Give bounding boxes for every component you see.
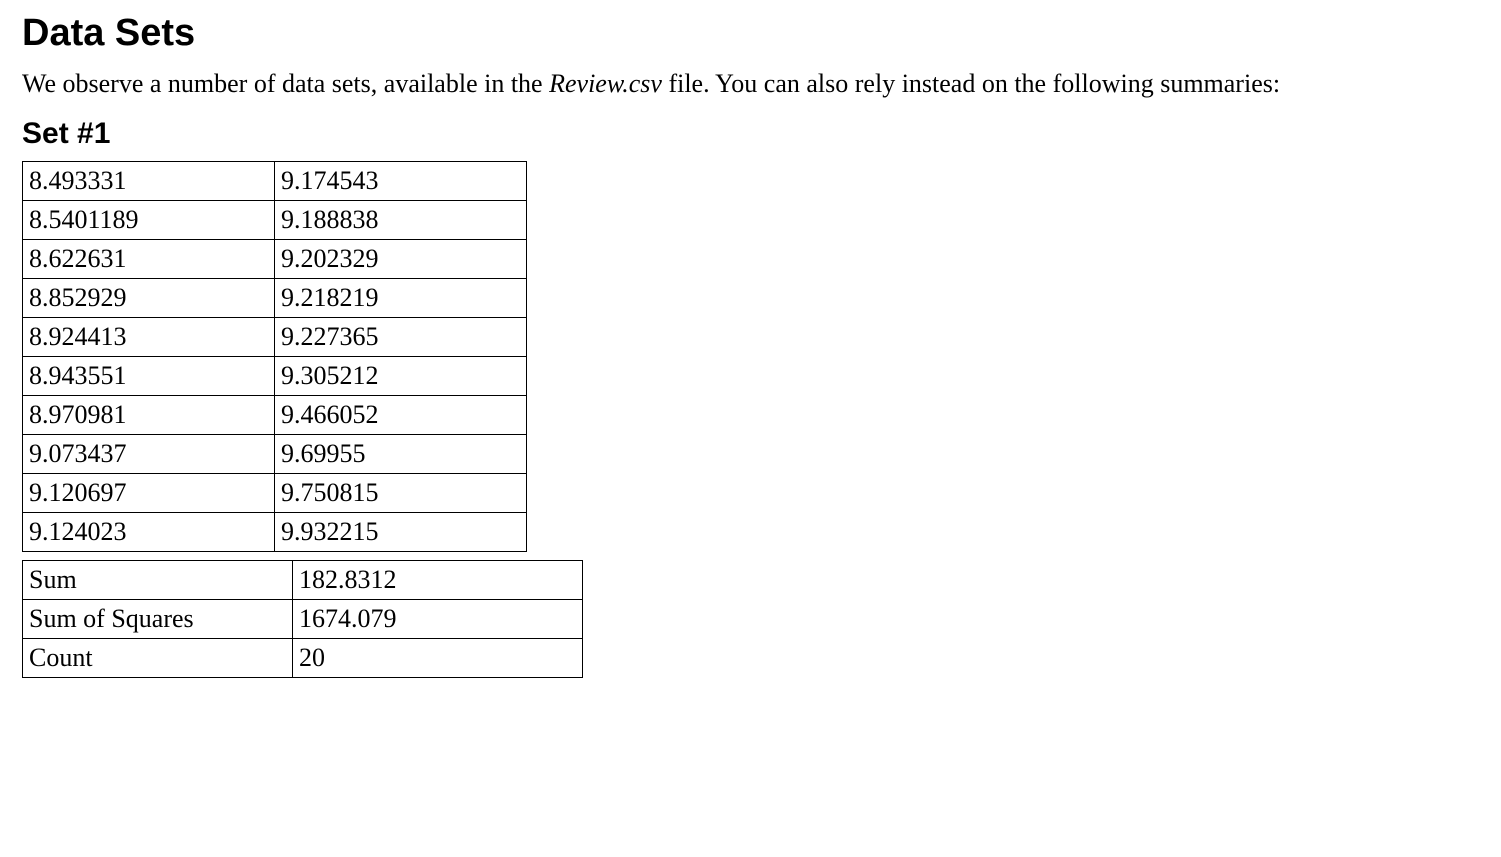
data-cell: 9.227365 — [275, 317, 527, 356]
data-cell: 9.120697 — [23, 473, 275, 512]
table-row: 8.852929 9.218219 — [23, 278, 527, 317]
table-row: 9.073437 9.69955 — [23, 434, 527, 473]
table-row: 8.5401189 9.188838 — [23, 200, 527, 239]
summary-row-sum: Sum 182.8312 — [23, 560, 583, 599]
page-title: Data Sets — [22, 12, 1479, 55]
summary-row-count: Count 20 — [23, 638, 583, 677]
intro-pre: We observe a number of data sets, availa… — [22, 69, 549, 98]
intro-post: file. You can also rely instead on the f… — [662, 69, 1280, 98]
summary-value: 182.8312 — [293, 560, 583, 599]
intro-filename: Review.csv — [549, 69, 662, 98]
summary-label: Count — [23, 638, 293, 677]
set1-heading: Set #1 — [22, 117, 1479, 151]
summary-value: 1674.079 — [293, 599, 583, 638]
table-row: 9.124023 9.932215 — [23, 512, 527, 551]
set1-summary-table: Sum 182.8312 Sum of Squares 1674.079 Cou… — [22, 560, 583, 678]
data-cell: 9.750815 — [275, 473, 527, 512]
data-cell: 9.188838 — [275, 200, 527, 239]
data-cell: 9.202329 — [275, 239, 527, 278]
table-row: 8.943551 9.305212 — [23, 356, 527, 395]
data-cell: 8.5401189 — [23, 200, 275, 239]
data-cell: 8.943551 — [23, 356, 275, 395]
table-row: 8.970981 9.466052 — [23, 395, 527, 434]
data-cell: 8.852929 — [23, 278, 275, 317]
data-cell: 8.493331 — [23, 161, 275, 200]
data-cell: 9.69955 — [275, 434, 527, 473]
data-cell: 9.932215 — [275, 512, 527, 551]
summary-value: 20 — [293, 638, 583, 677]
set1-data-table: 8.493331 9.174543 8.5401189 9.188838 8.6… — [22, 161, 527, 552]
table-row: 8.493331 9.174543 — [23, 161, 527, 200]
data-cell: 8.924413 — [23, 317, 275, 356]
data-cell: 9.124023 — [23, 512, 275, 551]
table-row: 8.622631 9.202329 — [23, 239, 527, 278]
data-cell: 9.305212 — [275, 356, 527, 395]
data-cell: 8.622631 — [23, 239, 275, 278]
data-cell: 9.174543 — [275, 161, 527, 200]
data-cell: 8.970981 — [23, 395, 275, 434]
data-cell: 9.218219 — [275, 278, 527, 317]
intro-text: We observe a number of data sets, availa… — [22, 67, 1422, 101]
data-cell: 9.073437 — [23, 434, 275, 473]
table-row: 9.120697 9.750815 — [23, 473, 527, 512]
table-row: 8.924413 9.227365 — [23, 317, 527, 356]
data-cell: 9.466052 — [275, 395, 527, 434]
summary-label: Sum — [23, 560, 293, 599]
summary-label: Sum of Squares — [23, 599, 293, 638]
summary-row-ss: Sum of Squares 1674.079 — [23, 599, 583, 638]
